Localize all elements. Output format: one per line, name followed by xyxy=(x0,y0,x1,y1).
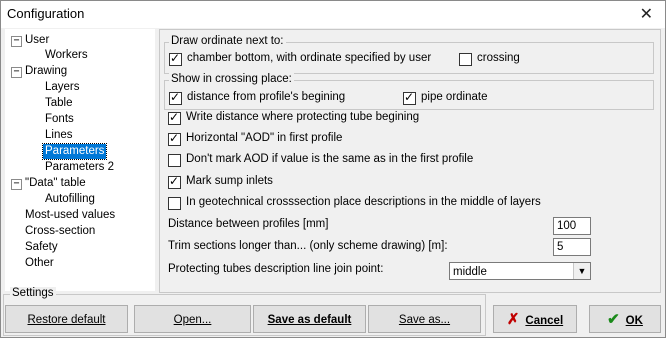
chamber-bottom-checkbox[interactable] xyxy=(169,51,182,66)
settings-title: Settings xyxy=(10,287,56,299)
restore-default-label: Restore default xyxy=(27,314,106,326)
write-distance-label: Write distance where protecting tube beg… xyxy=(186,111,420,123)
geotechnical-checkbox[interactable] xyxy=(168,197,181,210)
open-button[interactable]: Open... xyxy=(134,305,251,333)
ok-button[interactable]: ✔ OK xyxy=(589,305,661,333)
tree-item-parameters-2[interactable]: Parameters 2 xyxy=(43,160,116,175)
parameters-panel: Draw ordinate next to: chamber bottom, w… xyxy=(159,29,661,293)
crossing-label: crossing xyxy=(477,52,520,64)
collapse-icon[interactable]: − xyxy=(11,67,22,78)
join-point-value: middle xyxy=(453,266,487,278)
tree-item-autofilling[interactable]: Autofilling xyxy=(43,192,97,207)
horizontal-aod-checkbox[interactable] xyxy=(168,131,181,146)
join-point-select[interactable]: middle ▼ xyxy=(449,262,591,280)
tree-item-cross-section[interactable]: Cross-section xyxy=(23,224,97,239)
trim-sections-input[interactable] xyxy=(553,238,591,256)
distance-between-input[interactable] xyxy=(553,217,591,235)
cancel-icon: ✗ xyxy=(506,311,520,328)
save-as-label: Save as... xyxy=(398,314,451,326)
geotechnical-label: In geotechnical crosssection place descr… xyxy=(186,196,541,208)
open-label: Open... xyxy=(173,314,212,326)
settings-tree: − User Workers − Drawing Layers Table Fo… xyxy=(5,29,155,291)
cancel-button[interactable]: ✗ Cancel xyxy=(493,305,577,333)
tree-item-fonts[interactable]: Fonts xyxy=(43,112,76,127)
cancel-label: Cancel xyxy=(525,315,564,327)
tree-item-parameters[interactable]: Parameters xyxy=(41,143,108,160)
trim-sections-label: Trim sections longer than... (only schem… xyxy=(168,240,448,252)
distance-from-begining-label: distance from profile's begining xyxy=(187,91,346,103)
tree-item-safety[interactable]: Safety xyxy=(23,240,60,255)
title-bar: Configuration ✕ xyxy=(1,1,665,28)
ok-check-icon: ✔ xyxy=(607,311,620,328)
tree-item-workers[interactable]: Workers xyxy=(43,48,90,63)
mark-sump-label: Mark sump inlets xyxy=(186,175,273,187)
dont-mark-aod-checkbox[interactable] xyxy=(168,154,181,167)
window-title: Configuration xyxy=(7,6,85,21)
tree-item-other[interactable]: Other xyxy=(23,256,56,271)
ordinate-group: Draw ordinate next to: chamber bottom, w… xyxy=(164,35,654,74)
ok-label: OK xyxy=(625,315,643,327)
mark-sump-checkbox[interactable] xyxy=(168,174,181,189)
distance-from-begining-checkbox[interactable] xyxy=(169,90,182,105)
tree-item-most-used-values[interactable]: Most-used values xyxy=(23,208,117,223)
configuration-dialog: Configuration ✕ − User Workers − Drawing… xyxy=(0,0,666,338)
save-as-button[interactable]: Save as... xyxy=(368,305,481,333)
tree-item-user[interactable]: User xyxy=(23,33,51,48)
collapse-icon[interactable]: − xyxy=(11,36,22,47)
tree-item-drawing[interactable]: Drawing xyxy=(23,64,69,79)
collapse-icon[interactable]: − xyxy=(11,179,22,190)
tree-item-lines[interactable]: Lines xyxy=(43,128,75,143)
horizontal-aod-label: Horizontal "AOD" in first profile xyxy=(186,132,343,144)
dont-mark-aod-label: Don't mark AOD if value is the same as i… xyxy=(186,153,474,165)
save-as-default-button[interactable]: Save as default xyxy=(253,305,366,333)
tree-item-data-table[interactable]: "Data" table xyxy=(23,176,88,191)
tree-item-table[interactable]: Table xyxy=(43,96,75,111)
ordinate-group-title: Draw ordinate next to: xyxy=(169,35,286,47)
pipe-ordinate-label: pipe ordinate xyxy=(421,91,488,103)
close-icon[interactable]: ✕ xyxy=(640,4,653,24)
save-as-default-label: Save as default xyxy=(267,314,352,326)
restore-default-button[interactable]: Restore default xyxy=(5,305,128,333)
pipe-ordinate-checkbox[interactable] xyxy=(403,90,416,105)
join-point-label: Protecting tubes description line join p… xyxy=(168,263,384,275)
chevron-down-icon[interactable]: ▼ xyxy=(573,263,590,279)
tree-item-layers[interactable]: Layers xyxy=(43,80,82,95)
distance-between-label: Distance between profiles [mm] xyxy=(168,218,329,230)
write-distance-checkbox[interactable] xyxy=(168,110,181,125)
crossing-group-title: Show in crossing place: xyxy=(169,73,294,85)
crossing-checkbox[interactable] xyxy=(459,53,472,66)
chamber-bottom-label: chamber bottom, with ordinate specified … xyxy=(187,52,432,64)
crossing-group: Show in crossing place: distance from pr… xyxy=(164,73,654,110)
